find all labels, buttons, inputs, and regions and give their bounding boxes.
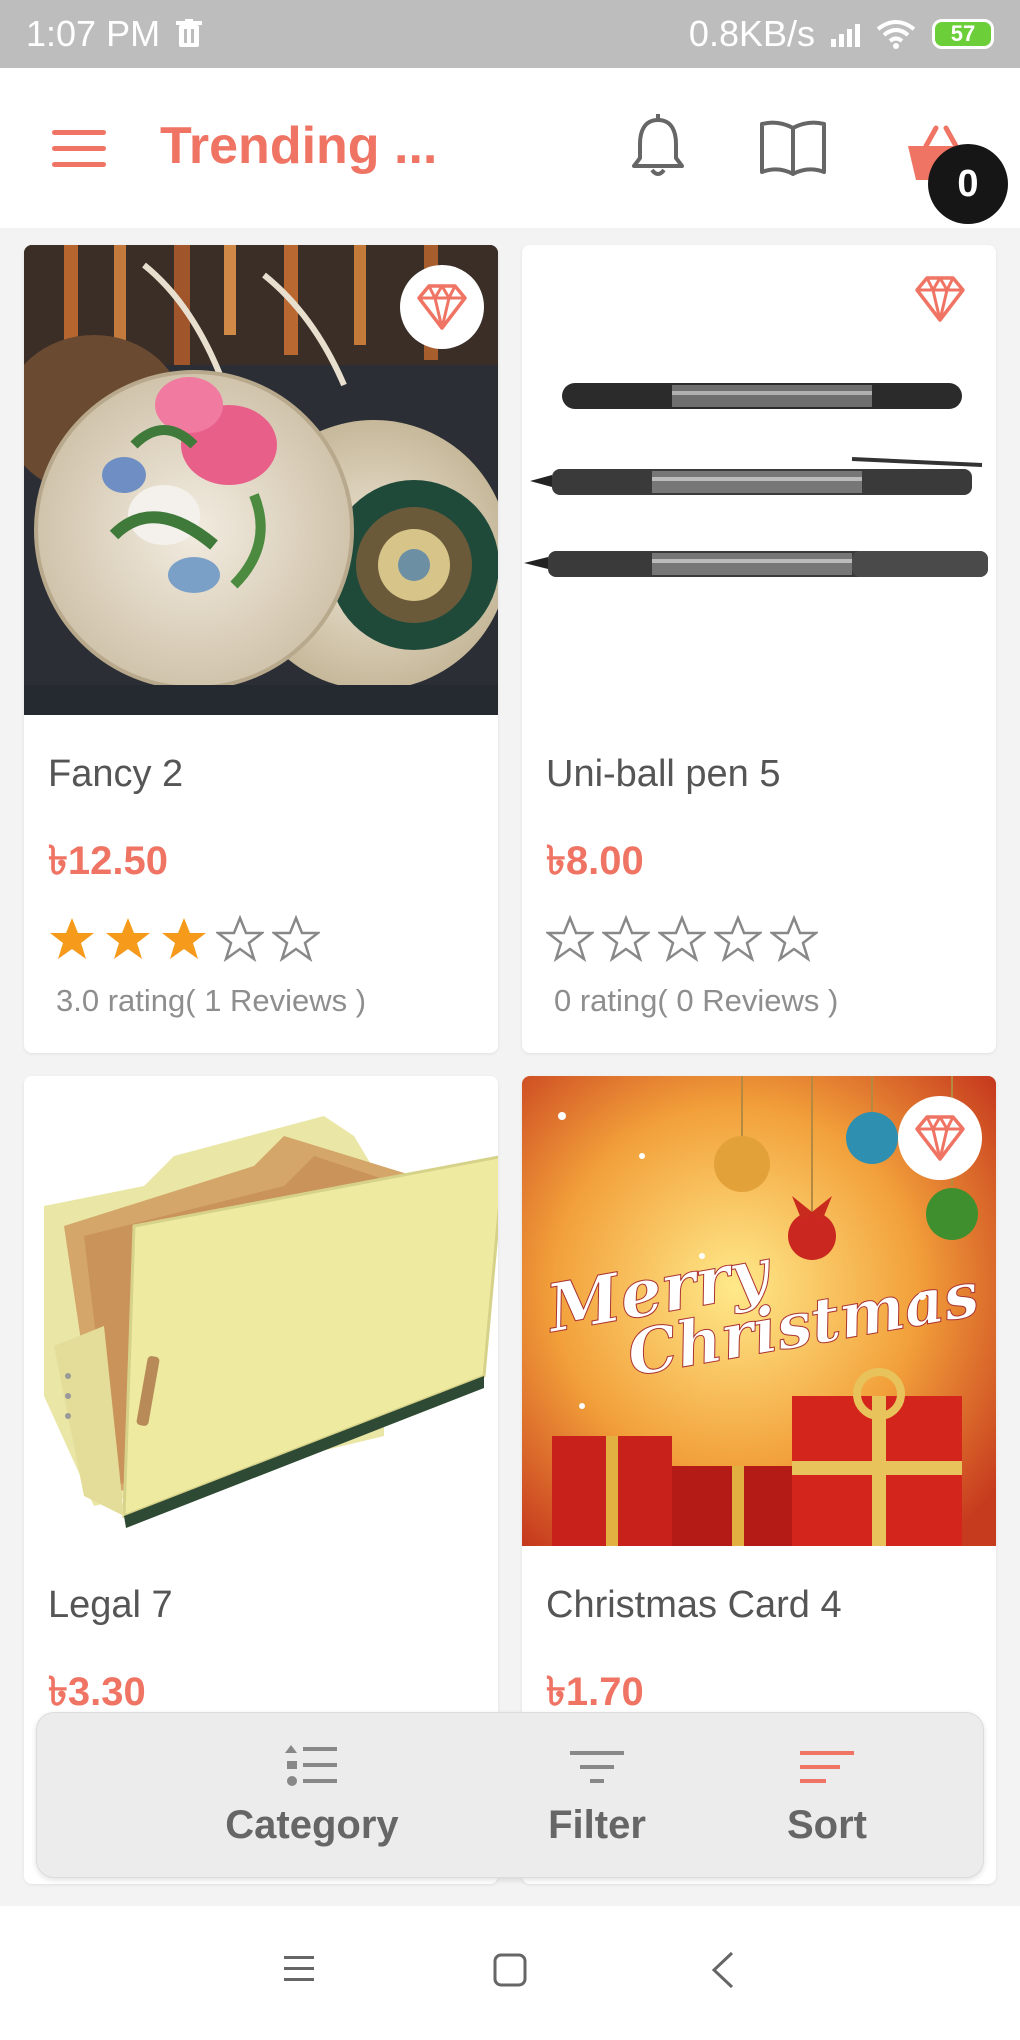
app-bar: Trending ... 0 — [0, 68, 1020, 228]
category-button[interactable]: Category — [167, 1713, 457, 1879]
star-empty-icon — [770, 915, 818, 963]
star-empty-icon — [546, 915, 594, 963]
sort-label: Sort — [787, 1803, 867, 1847]
filter-label: Filter — [548, 1803, 646, 1847]
sort-button[interactable]: Sort — [717, 1713, 937, 1879]
bell-icon[interactable] — [628, 114, 688, 180]
product-name: Legal 7 — [48, 1584, 173, 1626]
menu-button[interactable] — [52, 130, 106, 170]
recents-icon[interactable] — [282, 1952, 316, 1986]
product-card[interactable]: Uni-ball pen 5 ৳8.00 0 rating( 0 Reviews… — [522, 245, 996, 1053]
star-filled-icon — [162, 918, 206, 959]
rating-summary: 0 rating( 0 Reviews ) — [554, 983, 839, 1018]
bottom-action-bar: Category Filter Sort — [36, 1712, 984, 1878]
product-price: ৳8.00 — [546, 839, 644, 883]
star-empty-icon — [658, 915, 706, 963]
star-filled-icon — [106, 918, 150, 959]
star-empty-icon — [602, 915, 650, 963]
home-icon[interactable] — [492, 1952, 528, 1988]
filter-icon — [570, 1751, 624, 1783]
cart-count-badge: 0 — [928, 144, 1008, 224]
network-speed: 0.8KB/s — [688, 13, 815, 54]
product-name: Christmas Card 4 — [546, 1584, 842, 1626]
wifi-icon — [876, 20, 916, 49]
premium-diamond-badge — [898, 1096, 982, 1180]
product-name: Uni-ball pen 5 — [546, 753, 781, 795]
star-empty-icon — [272, 915, 320, 963]
page-title: Trending ... — [160, 117, 438, 175]
sort-icon — [800, 1751, 854, 1783]
star-empty-icon — [714, 915, 762, 963]
product-price: ৳12.50 — [48, 839, 169, 883]
status-bar: 1:07 PM 0.8KB/s 57 — [0, 0, 1020, 68]
premium-diamond-badge — [898, 257, 982, 341]
diamond-icon — [915, 1115, 965, 1161]
status-time: 1:07 PM — [26, 13, 161, 54]
diamond-icon — [417, 284, 467, 330]
filter-button[interactable]: Filter — [477, 1713, 717, 1879]
signal-icon — [831, 21, 860, 47]
star-filled-icon — [50, 918, 94, 959]
category-list-icon — [285, 1745, 337, 1786]
system-nav-bar — [0, 1906, 1020, 2040]
product-image-folder — [24, 1076, 498, 1546]
book-icon[interactable] — [758, 118, 828, 180]
rating-summary: 3.0 rating( 1 Reviews ) — [56, 983, 367, 1018]
diamond-icon — [915, 276, 965, 322]
star-empty-icon — [216, 915, 264, 963]
product-name: Fancy 2 — [48, 753, 184, 795]
back-icon[interactable] — [710, 1950, 736, 1990]
trash-icon — [176, 19, 203, 47]
category-label: Category — [225, 1803, 399, 1847]
battery-icon: 57 — [932, 19, 994, 49]
rating-stars — [48, 915, 320, 963]
rating-stars — [546, 915, 818, 963]
product-card[interactable]: Fancy 2 ৳12.50 3.0 rating( 1 Reviews ) — [24, 245, 498, 1053]
premium-diamond-badge — [400, 265, 484, 349]
